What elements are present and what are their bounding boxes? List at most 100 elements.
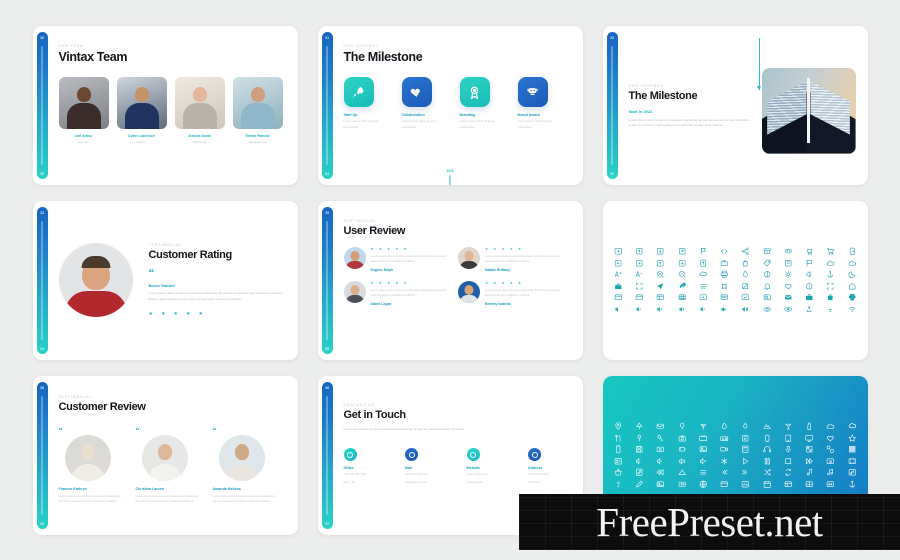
calculator-icon (742, 445, 749, 453)
book-icon (742, 434, 749, 441)
contact-item[interactable]: Mail hello@vintax.com info@vintax.com (405, 448, 446, 486)
milestone-item[interactable]: Collaboration Lorem ipsum dolor sit amet… (401, 77, 448, 131)
contact-item[interactable]: Office +00 123 456 789 Mon - Fri (343, 448, 385, 486)
review-list: “ Frances Kathryn Lorem ipsum dolor sit … (59, 426, 284, 505)
repeat-icon (785, 468, 791, 476)
globe-circle-icon (466, 448, 480, 462)
review-item[interactable]: ★ ★ ★ ★ ★ Lorem ipsum dolor sit amet consect… (343, 280, 451, 306)
review-item[interactable]: “ Amanda Melissa Lorem ipsum dolor sit a… (213, 426, 277, 505)
pause-icon (764, 457, 770, 464)
droplet-icon (743, 270, 749, 278)
contact-label: Address (528, 466, 543, 471)
slide-customer-rating[interactable]: 33 34 TESTIMONIAL Customer Rating “ Bruc… (32, 200, 298, 360)
team-member[interactable]: Jessica Sarah Marketing (174, 77, 225, 144)
slide-team[interactable]: 30 30 OUR TEAM Vintax Team Carl Arthur F… (32, 25, 298, 185)
photo-icon (699, 446, 707, 453)
star-icon: ★ (395, 246, 399, 251)
volume-mid-icon (657, 457, 662, 464)
member-role: Expert (137, 140, 146, 144)
milestone-item[interactable]: Branding Lorem ipsum dolor sit amet cons… (459, 77, 506, 131)
envelope-icon (657, 423, 665, 429)
team-member[interactable]: Dylan Lawrence Expert (116, 77, 167, 144)
member-name: Carl Arthur (74, 134, 93, 138)
arrow-left-box-icon (614, 259, 622, 266)
review-item[interactable]: ★ ★ ★ ★ ★ Lorem ipsum dolor sit amet consect… (458, 280, 565, 306)
review-item[interactable]: “ Frances Kathryn Lorem ipsum dolor sit … (59, 426, 123, 505)
prev-icon (722, 469, 728, 475)
printer-solid-icon (848, 294, 856, 301)
save-icon (636, 446, 643, 453)
play-icon (743, 457, 749, 465)
star-icon: ★ (160, 310, 166, 317)
star-icon: ★ (517, 246, 522, 251)
team-member[interactable]: Carl Arthur Founder (58, 77, 109, 144)
milestone-item[interactable]: Start Up Lorem ipsum dolor sit amet cons… (343, 77, 390, 131)
milestone-item[interactable]: Brand Award Lorem ipsum dolor sit amet c… (517, 77, 564, 131)
frame-icon (721, 282, 728, 289)
slide-eyebrow: CONTACT US (343, 402, 375, 407)
member-role: Founder (77, 140, 90, 144)
layout-icon (784, 480, 792, 487)
star-icon: ★ (386, 246, 391, 251)
slide-cell-icon-pack-light (593, 193, 878, 368)
volume-icon (700, 306, 705, 312)
timeline-arrow-icon (449, 174, 451, 185)
star-icon: ★ (370, 280, 374, 285)
drop-icon (721, 422, 727, 430)
slide-rail (36, 206, 48, 354)
slide-icon-pack-light[interactable] (602, 200, 868, 360)
radio-icon (720, 436, 729, 441)
balloon-icon (679, 422, 684, 430)
link-icon (807, 305, 812, 312)
mobile-icon (616, 445, 621, 454)
contact-label: Office (343, 466, 354, 471)
contact-item[interactable]: Website www.vintax.com vintax.studio (466, 448, 508, 486)
slide-milestone-icons[interactable]: 31 31 OUR JOURNEY The Milestone Start Up… (317, 25, 583, 185)
shape-icon (763, 271, 771, 278)
headphone-icon (763, 446, 771, 453)
star-icon: ★ (485, 246, 489, 251)
milestone-label: Brand Award (517, 113, 540, 117)
volume-mute-icon (699, 457, 706, 464)
cart-icon (807, 249, 813, 255)
pen-icon (636, 480, 643, 488)
reviewer-name: Eugene Ralph (370, 267, 394, 272)
clip-icon (679, 282, 686, 289)
slide-milestone-detail[interactable]: 32 32 2022 OUR JOURNEY The Milestone Sta… (602, 25, 868, 185)
upload-icon (700, 259, 706, 267)
tablet-icon (785, 434, 791, 442)
timeline-year: 2020 (446, 168, 454, 173)
cloud-icon (827, 260, 835, 266)
grid-icon (848, 446, 856, 453)
cloud-icon (827, 423, 835, 429)
review-item[interactable]: ★ ★ ★ ★ ★ Lorem ipsum dolor sit amet consect… (343, 246, 451, 272)
member-photo (232, 77, 283, 129)
star-icon: ★ (501, 246, 505, 251)
page-number-bottom: 30 (39, 170, 45, 176)
rewind-icon (656, 469, 664, 476)
page-number-top: 30 (39, 34, 45, 40)
contact-text: hello@vintax.com (405, 472, 428, 477)
watermark-text: FreePreset.net (596, 499, 823, 545)
review-item[interactable]: ★ ★ ★ ★ ★ Lorem ipsum dolor sit amet consect… (458, 246, 565, 272)
battery-icon (678, 447, 686, 452)
member-photo (174, 77, 225, 129)
slide-user-review[interactable]: 35 35 TESTIMONIAL User Review ★ ★ ★ ★ ★ Lore… (317, 200, 583, 360)
clock-icon (806, 282, 813, 289)
volume-high-icon (679, 306, 684, 312)
arrow-up-box-icon (657, 259, 664, 266)
slide-customer-review[interactable]: 36 35 TESTIMONIAL Customer Review “ Fran… (32, 375, 298, 535)
contact-text: www.vintax.com (466, 472, 488, 477)
star-icon: ★ (493, 246, 497, 251)
phone-circle-icon (343, 448, 357, 462)
review-text: Lorem ipsum dolor sit amet consectetur a… (148, 290, 283, 301)
review-item[interactable]: “ Christina Lauren Lorem ipsum dolor sit… (135, 426, 200, 505)
page-number-top: 36 (39, 384, 45, 390)
contact-item[interactable]: Address 4140 Parker Rd. Allentown (528, 448, 569, 486)
contact-text-secondary: info@vintax.com (405, 480, 427, 485)
review-text: Lorem ipsum dolor sit amet consectetur a… (135, 493, 198, 504)
team-member[interactable]: Emma Pamela Management (232, 77, 283, 144)
tv-icon (699, 434, 707, 441)
avatar (141, 434, 188, 481)
home-icon (848, 282, 856, 289)
